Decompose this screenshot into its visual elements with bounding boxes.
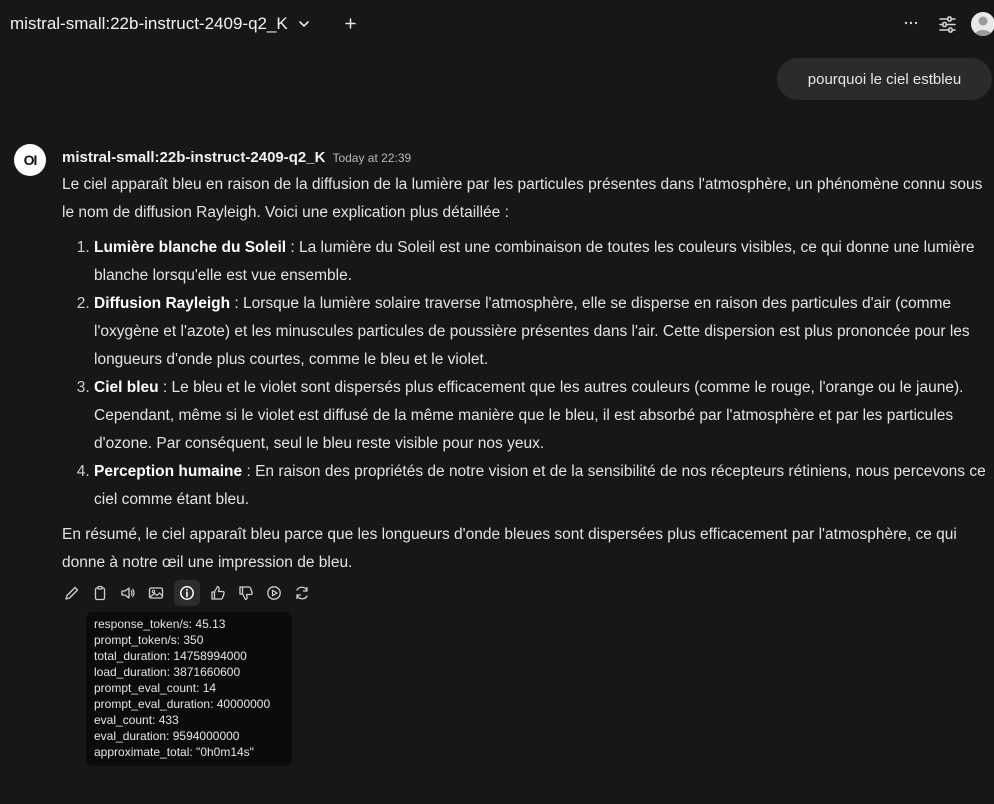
assistant-name: mistral-small:22b-instruct-2409-q2_K (62, 149, 326, 166)
intro-paragraph: Le ciel apparaît bleu en raison de la di… (62, 176, 983, 221)
avatar[interactable] (971, 12, 994, 36)
more-icon (904, 21, 918, 25)
regenerate-button[interactable] (292, 581, 312, 605)
stat-line: approximate_total: "0h0m14s" (94, 745, 254, 759)
thumbs-down-icon (239, 586, 253, 601)
image-icon (148, 587, 164, 599)
info-icon (180, 586, 194, 600)
list-item: Ciel bleu : Le bleu et le violet sont di… (94, 374, 992, 458)
speaker-icon (121, 587, 135, 599)
stat-line: load_duration: 3871660600 (94, 665, 241, 679)
plus-icon (345, 18, 356, 29)
continue-button[interactable] (264, 581, 284, 605)
stat-line: response_token/s: 45.13 (94, 617, 226, 631)
logo-text: OI (23, 152, 38, 168)
good-response-button[interactable] (208, 581, 228, 605)
message-actions (62, 580, 312, 606)
chevron-down-icon (298, 21, 309, 27)
user-message: pourquoi le ciel estbleu (777, 58, 992, 100)
read-aloud-button[interactable] (118, 581, 138, 605)
sliders-icon (939, 16, 956, 33)
list-item: Perception humaine : En raison des propr… (94, 458, 992, 514)
list-item-text: : Le bleu et le violet sont dispersés pl… (94, 379, 964, 452)
stat-line: prompt_token/s: 350 (94, 633, 204, 647)
generation-info-tooltip: response_token/s: 45.13 prompt_token/s: … (86, 612, 292, 766)
list-item: Diffusion Rayleigh : Lorsque la lumière … (94, 290, 992, 374)
list-item-title: Diffusion Rayleigh (94, 295, 231, 312)
model-selector[interactable]: mistral-small:22b-instruct-2409-q2_K (10, 14, 310, 34)
more-button[interactable] (903, 14, 919, 35)
assistant-header: mistral-small:22b-instruct-2409-q2_K Tod… (62, 149, 411, 166)
controls-button[interactable] (938, 15, 957, 34)
copy-button[interactable] (90, 581, 110, 605)
play-icon (267, 586, 281, 600)
thumbs-up-icon (211, 585, 225, 600)
top-bar: mistral-small:22b-instruct-2409-q2_K (0, 0, 994, 50)
user-message-text: pourquoi le ciel estbleu (807, 70, 962, 88)
stat-line: eval_count: 433 (94, 713, 179, 727)
stat-line: total_duration: 14758994000 (94, 649, 247, 663)
edit-icon (65, 586, 79, 600)
generation-info-button[interactable] (174, 580, 200, 606)
list-item-title: Ciel bleu (94, 379, 159, 396)
user-icon (974, 16, 992, 36)
regenerate-icon (296, 586, 308, 600)
copy-icon (94, 585, 106, 601)
message-timestamp: Today at 22:39 (332, 151, 412, 165)
stat-line: prompt_eval_duration: 40000000 (94, 697, 271, 711)
edit-button[interactable] (62, 581, 82, 605)
assistant-logo: OI (14, 144, 46, 176)
new-model-button[interactable] (345, 16, 356, 34)
list-item-title: Lumière blanche du Soleil (94, 239, 287, 256)
generate-image-button[interactable] (146, 581, 166, 605)
list-item-title: Perception humaine (94, 463, 243, 480)
stat-line: prompt_eval_count: 14 (94, 681, 217, 695)
bad-response-button[interactable] (236, 581, 256, 605)
model-name: mistral-small:22b-instruct-2409-q2_K (10, 14, 288, 33)
explanation-list: Lumière blanche du Soleil : La lumière d… (62, 234, 992, 514)
list-item: Lumière blanche du Soleil : La lumière d… (94, 234, 992, 290)
conclusion-paragraph: En résumé, le ciel apparaît bleu parce q… (62, 526, 957, 571)
assistant-message: Le ciel apparaît bleu en raison de la di… (62, 171, 992, 577)
stat-line: eval_duration: 9594000000 (94, 729, 240, 743)
